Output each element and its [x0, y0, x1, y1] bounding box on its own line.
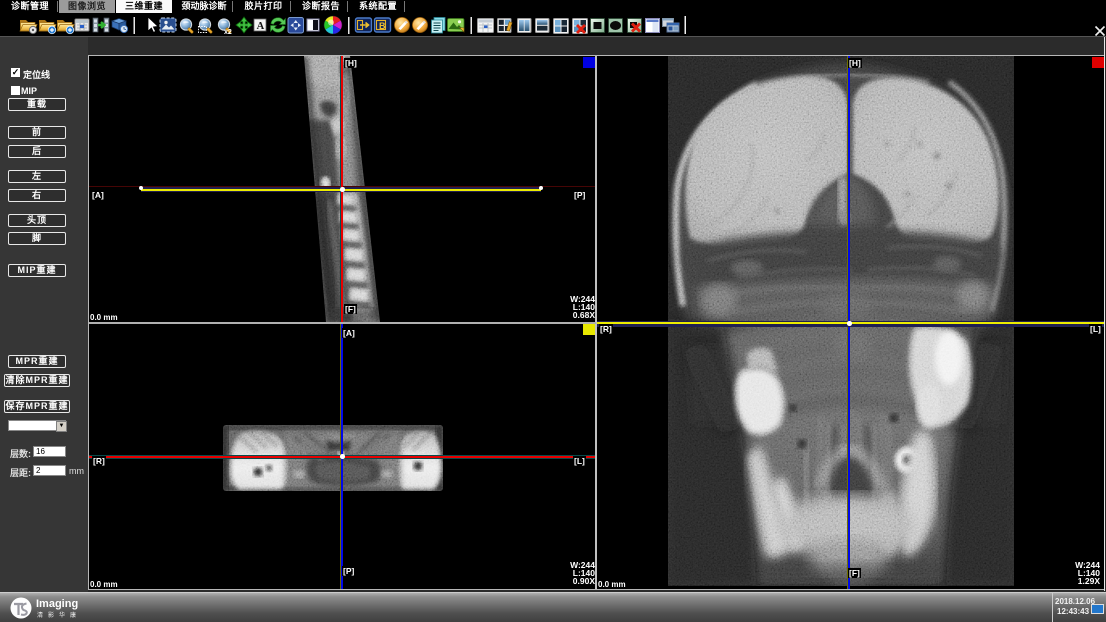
svg-text:B: B	[379, 21, 386, 31]
svg-text:A: A	[257, 21, 265, 32]
svg-text:x2: x2	[224, 29, 232, 36]
